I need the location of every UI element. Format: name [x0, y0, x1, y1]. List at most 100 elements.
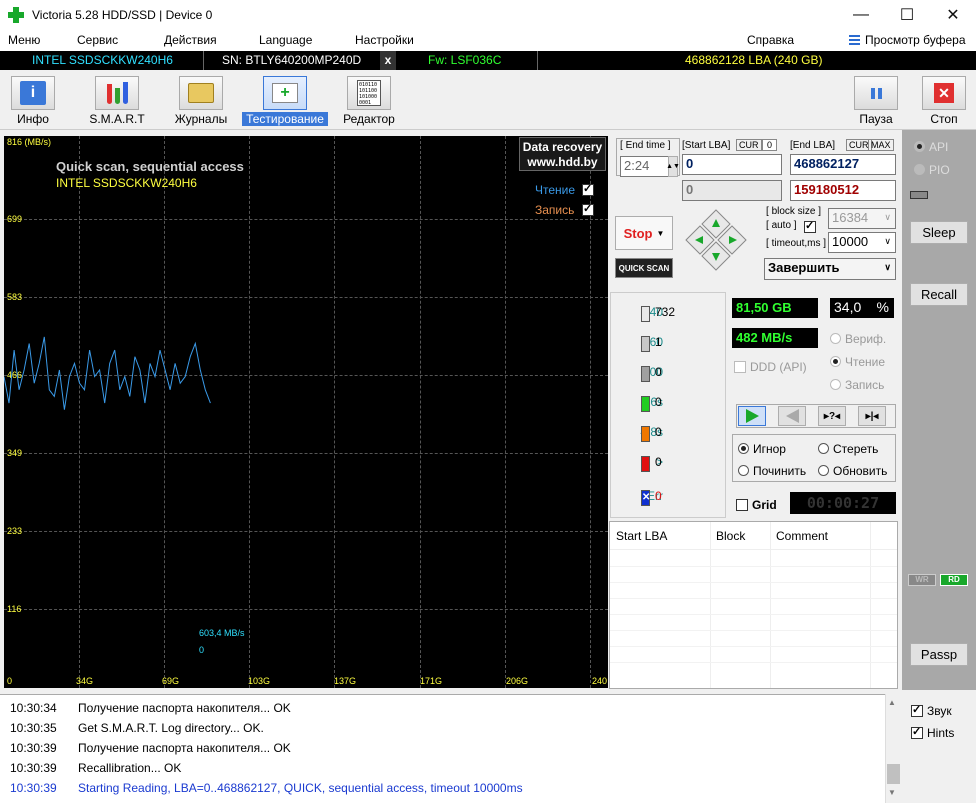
test-tubes-icon	[106, 82, 128, 104]
info-label: Инфо	[17, 112, 49, 126]
stat-color-swatch	[641, 336, 650, 352]
editor-label: Редактор	[343, 112, 395, 126]
scroll-down-icon[interactable]: ▼	[888, 788, 896, 797]
grid-checkbox[interactable]: Grid	[736, 498, 777, 512]
end-max-button[interactable]: MAX	[868, 139, 894, 151]
menu-settings[interactable]: Настройки	[355, 33, 414, 47]
log-time: 10:30:34	[10, 701, 57, 715]
start-cur-button[interactable]: CUR	[736, 139, 762, 151]
chevron-down-icon: ∨	[884, 236, 891, 246]
start-lba-label: [Start LBA]	[682, 140, 731, 151]
finish-action-select[interactable]: Завершить ∨	[764, 258, 896, 280]
scan-controls: [ End time ] 2:24 ▲▼ [Start LBA] CUR 0 0…	[610, 136, 900, 286]
percent-display: 34,0 %	[830, 298, 894, 318]
log-time: 10:30:39	[10, 781, 57, 795]
logs-label: Журналы	[174, 112, 228, 126]
percent-value: 34,0	[834, 299, 862, 315]
toolbar: i Инфо S.M.A.R.T Журналы + Тестирование …	[0, 70, 976, 130]
erase-radio[interactable]: Стереть	[818, 442, 878, 456]
log-entry: 10:30:39 Recallibration... OK	[10, 761, 181, 775]
stat-row: >0	[615, 455, 735, 475]
info-icon: i	[20, 81, 46, 105]
sound-label: Звук	[927, 704, 952, 718]
device-serial: SN: BTLY640200MP240D	[222, 53, 362, 67]
log-entry: 10:30:35 Get S.M.A.R.T. Log directory... …	[10, 721, 264, 735]
device-model[interactable]: INTEL SSDSCKKW240H6	[32, 53, 173, 67]
menu-help[interactable]: Справка	[747, 33, 794, 47]
scan-stop-label: Stop	[623, 225, 653, 241]
menu-service[interactable]: Сервис	[77, 33, 118, 47]
maximize-button[interactable]: ☐	[884, 0, 930, 30]
testing-button[interactable]: +	[263, 76, 307, 110]
info-button[interactable]: i	[11, 76, 55, 110]
device-bar: INTEL SSDSCKKW240H6 SN: BTLY640200MP240D…	[0, 51, 976, 70]
pause-button[interactable]	[854, 76, 898, 110]
editor-button[interactable]: 010110 101100 101000 0001	[347, 76, 391, 110]
bad-block-table: Start LBA Block Comment	[609, 521, 898, 689]
menu-actions[interactable]: Действия	[164, 33, 217, 47]
butterfly-button[interactable]: ▸|◂	[858, 406, 886, 426]
col-start-lba[interactable]: Start LBA	[616, 529, 667, 543]
verify-radio[interactable]: Вериф.	[830, 332, 886, 346]
log-scrollbar[interactable]: ▲ ▼	[885, 694, 901, 803]
ddd-api-checkbox[interactable]: DDD (API)	[734, 360, 807, 374]
smart-button[interactable]	[95, 76, 139, 110]
stat-count: 0	[655, 425, 662, 439]
reverse-button[interactable]	[778, 406, 806, 426]
write-label: Запись	[845, 378, 885, 392]
stat-count: 732	[655, 305, 676, 319]
passport-button[interactable]: Passp	[910, 643, 968, 666]
block-size-select[interactable]: 16384 ∨	[828, 208, 896, 229]
hints-checkbox[interactable]: Hints	[911, 725, 954, 740]
progress-panel: 81,50 GB 34,0 % 482 MB/s Вериф. DDD (API…	[730, 292, 898, 518]
title-bar: Victoria 5.28 HDD/SSD | Device 0 — ☐ ✕	[0, 0, 976, 30]
start-lba-input[interactable]: 0	[682, 154, 782, 175]
random-seek-button[interactable]: ▸?◂	[818, 406, 846, 426]
stat-row: 1,6s 0	[615, 395, 735, 415]
sound-checkbox[interactable]: Звук	[911, 703, 952, 718]
minimize-button[interactable]: —	[838, 0, 884, 30]
scroll-up-icon[interactable]: ▲	[888, 698, 896, 707]
rd-indicator: RD	[940, 574, 968, 586]
stop-toolbar-button[interactable]: ✕	[922, 76, 966, 110]
quick-scan-button[interactable]: QUICK SCAN	[615, 258, 673, 278]
read-radio[interactable]: Чтение	[830, 355, 885, 369]
col-comment[interactable]: Comment	[776, 529, 828, 543]
clipboard-label: Просмотр буфера	[865, 33, 966, 47]
ignore-label: Игнор	[753, 442, 786, 456]
testing-label: Тестирование	[242, 112, 328, 126]
col-block[interactable]: Block	[716, 529, 745, 543]
end-time-spinner[interactable]: ▲▼	[666, 156, 680, 177]
menu-main[interactable]: Меню	[8, 33, 40, 47]
logs-button[interactable]	[179, 76, 223, 110]
stat-count: 0	[655, 395, 662, 409]
refresh-radio[interactable]: Обновить	[818, 464, 887, 478]
stat-row: 400 0	[615, 365, 735, 385]
device-close-button[interactable]: x	[380, 51, 396, 70]
sleep-button[interactable]: Sleep	[910, 221, 968, 244]
timeout-select[interactable]: 10000 ∨	[828, 232, 896, 253]
pio-radio[interactable]: PIO	[914, 163, 950, 177]
write-radio[interactable]: Запись	[830, 378, 884, 392]
menu-language[interactable]: Language	[259, 33, 312, 47]
clipboard-view-button[interactable]: Просмотр буфера	[849, 33, 966, 47]
finish-action-value: Завершить	[768, 260, 840, 275]
chevron-down-icon: ∨	[884, 262, 891, 272]
stat-count: 0	[655, 455, 662, 469]
stat-row: 160 1	[615, 335, 735, 355]
play-button[interactable]	[738, 406, 766, 426]
api-radio[interactable]: API	[914, 140, 948, 154]
end-lba-input[interactable]: 468862127	[790, 154, 896, 175]
scan-stop-button[interactable]: Stop ▼	[615, 216, 673, 250]
random-icon: ▸?◂	[823, 410, 841, 422]
stat-color-swatch	[641, 426, 650, 442]
recall-button[interactable]: Recall	[910, 283, 968, 306]
start-cur-value: 0	[762, 139, 778, 151]
scroll-thumb[interactable]	[887, 764, 900, 784]
close-window-button[interactable]: ✕	[930, 0, 976, 30]
app-cross-icon	[8, 7, 24, 23]
auto-checkbox[interactable]	[804, 219, 820, 234]
log-text: Получение паспорта накопителя... OK	[78, 701, 291, 715]
ignore-radio[interactable]: Игнор	[738, 442, 786, 456]
repair-radio[interactable]: Починить	[738, 464, 806, 478]
